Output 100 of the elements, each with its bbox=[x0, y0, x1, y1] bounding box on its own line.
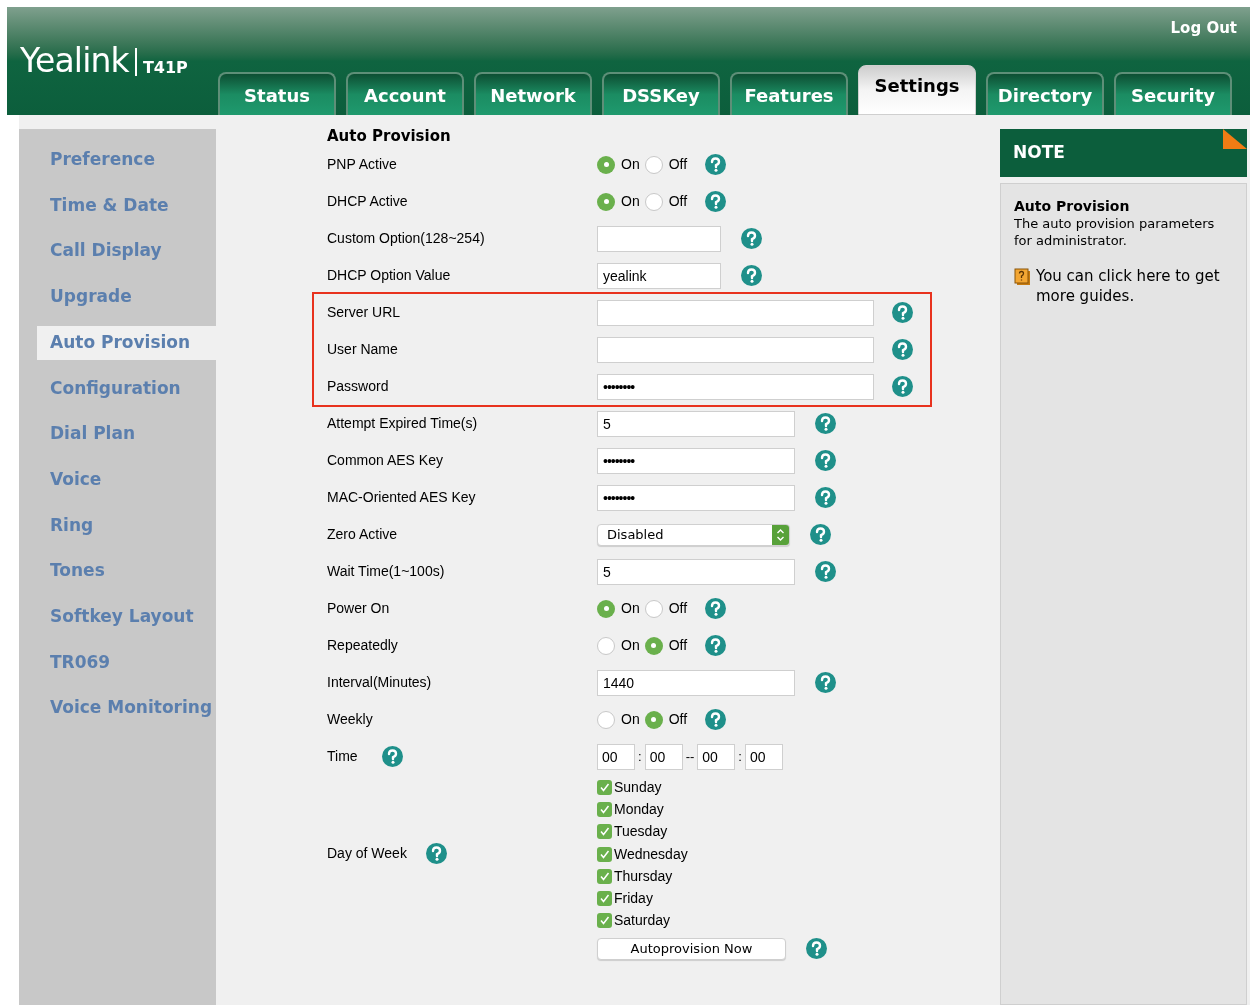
help-icon[interactable] bbox=[892, 376, 913, 397]
field-label: DHCP Active bbox=[327, 192, 408, 211]
field-label: Repeatedly bbox=[327, 636, 398, 655]
radio-button[interactable] bbox=[597, 192, 615, 211]
nav-tab[interactable]: Features bbox=[730, 72, 848, 115]
radio-button[interactable] bbox=[597, 710, 615, 729]
help-icon[interactable] bbox=[705, 709, 727, 730]
stepper-icon bbox=[776, 527, 785, 542]
sidebar-item[interactable]: TR069 bbox=[19, 645, 216, 680]
radio-button[interactable] bbox=[597, 599, 615, 618]
logout-link[interactable]: Log Out bbox=[1170, 17, 1237, 40]
radio-label: On bbox=[621, 710, 640, 729]
help-icon[interactable] bbox=[815, 413, 836, 434]
radio-label: Off bbox=[668, 192, 688, 211]
checkbox[interactable] bbox=[597, 846, 612, 862]
help-icon[interactable] bbox=[705, 191, 727, 212]
field-label: Time bbox=[327, 747, 358, 766]
radio-label: Off bbox=[668, 710, 688, 729]
radio-label: Off bbox=[668, 155, 688, 174]
input-field[interactable]: 5 bbox=[597, 410, 795, 437]
time-field[interactable]: 00 bbox=[644, 743, 683, 770]
checkbox[interactable] bbox=[597, 913, 612, 929]
radio-button[interactable] bbox=[597, 636, 615, 655]
sidebar-item[interactable]: Voice Monitoring bbox=[19, 691, 216, 726]
note-title: NOTE bbox=[1013, 141, 1065, 165]
sidebar-item[interactable]: Preference bbox=[19, 142, 216, 177]
sidebar-item[interactable]: Dial Plan bbox=[19, 416, 216, 451]
autoprovision-button[interactable]: Autoprovision Now bbox=[597, 937, 786, 960]
checkbox[interactable] bbox=[597, 801, 612, 817]
help-icon[interactable] bbox=[892, 339, 913, 360]
time-separator: : bbox=[638, 747, 642, 766]
checkbox-label: Monday bbox=[614, 799, 664, 819]
radio-button[interactable] bbox=[644, 192, 663, 211]
radio-label: On bbox=[621, 599, 640, 618]
sidebar-item[interactable]: Voice bbox=[19, 462, 216, 497]
checkbox[interactable] bbox=[597, 868, 612, 884]
password-field[interactable]: •••••••• bbox=[597, 484, 795, 511]
help-icon[interactable] bbox=[705, 154, 727, 175]
time-field[interactable]: 00 bbox=[597, 743, 635, 770]
sidebar-item[interactable]: Upgrade bbox=[19, 279, 216, 314]
sidebar-item[interactable]: Tones bbox=[19, 554, 216, 589]
radio-button[interactable] bbox=[644, 155, 663, 174]
time-field[interactable]: 00 bbox=[697, 743, 736, 770]
help-icon[interactable] bbox=[705, 598, 727, 619]
radio-label: Off bbox=[668, 636, 688, 655]
time-separator: : bbox=[738, 747, 742, 766]
input-field[interactable] bbox=[597, 299, 874, 326]
radio-button[interactable] bbox=[644, 599, 663, 618]
corner-fold-icon bbox=[1223, 129, 1247, 149]
checkbox[interactable] bbox=[597, 779, 612, 795]
input-field[interactable] bbox=[597, 225, 721, 252]
help-icon[interactable] bbox=[741, 228, 762, 249]
field-label: DHCP Option Value bbox=[327, 266, 451, 285]
help-icon[interactable] bbox=[425, 843, 447, 865]
nav-tab[interactable]: Directory bbox=[986, 72, 1104, 115]
time-field[interactable]: 00 bbox=[744, 743, 783, 770]
sidebar-item[interactable]: Time & Date bbox=[19, 188, 216, 223]
input-field[interactable]: 5 bbox=[597, 558, 795, 585]
nav-tab[interactable]: Network bbox=[474, 72, 592, 115]
nav-tab[interactable]: Account bbox=[346, 72, 464, 115]
sidebar-item[interactable]: Call Display bbox=[19, 234, 216, 269]
input-field[interactable] bbox=[597, 336, 874, 363]
sidebar-item[interactable]: Softkey Layout bbox=[19, 599, 216, 634]
radio-button[interactable] bbox=[644, 710, 663, 729]
help-icon[interactable] bbox=[815, 450, 836, 471]
nav-tab[interactable]: Status bbox=[218, 72, 336, 115]
field-label: Weekly bbox=[327, 710, 373, 729]
password-field[interactable]: •••••••• bbox=[597, 447, 795, 474]
time-separator: -- bbox=[685, 747, 695, 766]
radio-button[interactable] bbox=[597, 155, 615, 174]
sidebar-item[interactable]: Configuration bbox=[19, 371, 216, 406]
help-icon[interactable] bbox=[705, 635, 727, 656]
nav-tab[interactable]: Security bbox=[1114, 72, 1232, 115]
field-label: Attempt Expired Time(s) bbox=[327, 414, 478, 433]
guide-link[interactable]: You can click here to get more guides. bbox=[1036, 266, 1233, 306]
model-label: T41P bbox=[142, 60, 188, 76]
dropdown[interactable]: Disabled bbox=[597, 523, 790, 546]
help-icon[interactable] bbox=[741, 265, 762, 286]
input-field[interactable]: yealink bbox=[597, 262, 721, 289]
nav-tab[interactable]: DSSKey bbox=[602, 72, 720, 115]
help-icon[interactable] bbox=[806, 938, 827, 960]
sidebar-item[interactable]: Ring bbox=[19, 508, 216, 543]
help-icon[interactable] bbox=[815, 672, 836, 693]
help-icon[interactable] bbox=[381, 746, 403, 767]
help-icon[interactable] bbox=[815, 487, 836, 508]
nav-tab[interactable]: Settings bbox=[858, 65, 976, 115]
brand-logo: Yealink bbox=[20, 44, 129, 77]
password-field[interactable]: •••••••• bbox=[597, 373, 874, 400]
help-icon[interactable] bbox=[815, 561, 836, 582]
checkbox[interactable] bbox=[597, 824, 612, 840]
help-icon[interactable] bbox=[892, 302, 913, 323]
help-book-icon[interactable] bbox=[1014, 268, 1032, 286]
radio-button[interactable] bbox=[644, 636, 663, 655]
checkbox-label: Sunday bbox=[614, 777, 662, 797]
checkbox[interactable] bbox=[597, 891, 612, 907]
help-icon[interactable] bbox=[810, 524, 831, 545]
field-label: Power On bbox=[327, 599, 390, 618]
input-field[interactable]: 1440 bbox=[597, 669, 795, 696]
checkbox-label: Friday bbox=[614, 889, 653, 909]
checkbox-label: Saturday bbox=[614, 911, 671, 931]
